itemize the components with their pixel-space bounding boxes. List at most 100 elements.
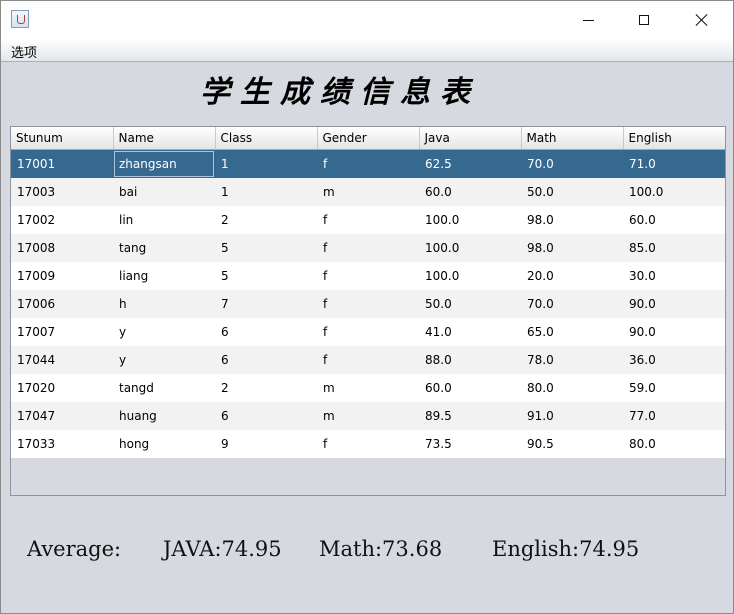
cell-english[interactable]: 100.0 [623, 177, 725, 206]
cell-math[interactable]: 20.0 [521, 261, 623, 290]
cell-gender[interactable]: f [317, 317, 419, 346]
cell-java[interactable]: 73.5 [419, 429, 521, 458]
column-header-name[interactable]: Name [113, 127, 216, 150]
column-header-math[interactable]: Math [521, 127, 624, 150]
column-header-class[interactable]: Class [215, 127, 318, 150]
cell-english[interactable]: 59.0 [623, 373, 725, 402]
column-header-gender[interactable]: Gender [317, 127, 420, 150]
cell-class[interactable]: 1 [215, 149, 317, 178]
cell-stunum[interactable]: 17001 [11, 149, 113, 178]
table-row[interactable]: 17047 huang 6 m 89.5 91.0 77.0 [11, 401, 725, 430]
table-row[interactable]: 17009 liang 5 f 100.0 20.0 30.0 [11, 261, 725, 290]
cell-english[interactable]: 90.0 [623, 317, 725, 346]
cell-stunum[interactable]: 17033 [11, 429, 113, 458]
cell-stunum[interactable]: 17020 [11, 373, 113, 402]
cell-name[interactable]: bai [113, 177, 215, 206]
table-row[interactable]: 17033 hong 9 f 73.5 90.5 80.0 [11, 429, 725, 458]
cell-name[interactable]: huang [113, 401, 215, 430]
close-button[interactable] [679, 1, 725, 39]
cell-stunum[interactable]: 17002 [11, 205, 113, 234]
cell-english[interactable]: 60.0 [623, 205, 725, 234]
cell-math[interactable]: 78.0 [521, 345, 623, 374]
cell-class[interactable]: 9 [215, 429, 317, 458]
table-row[interactable]: 17007 y 6 f 41.0 65.0 90.0 [11, 317, 725, 346]
cell-english[interactable]: 77.0 [623, 401, 725, 430]
cell-java[interactable]: 50.0 [419, 289, 521, 318]
cell-stunum[interactable]: 17007 [11, 317, 113, 346]
cell-math[interactable]: 70.0 [521, 149, 623, 178]
cell-gender[interactable]: f [317, 289, 419, 318]
score-table-pane[interactable]: Stunum Name Class Gender Java Math Engli… [10, 126, 726, 496]
cell-math[interactable]: 98.0 [521, 205, 623, 234]
table-row[interactable]: 17003 bai 1 m 60.0 50.0 100.0 [11, 177, 725, 206]
cell-class[interactable]: 7 [215, 289, 317, 318]
cell-gender[interactable]: f [317, 205, 419, 234]
cell-gender[interactable]: f [317, 429, 419, 458]
cell-math[interactable]: 90.5 [521, 429, 623, 458]
cell-class[interactable]: 2 [215, 373, 317, 402]
table-row[interactable]: 17006 h 7 f 50.0 70.0 90.0 [11, 289, 725, 318]
cell-math[interactable]: 80.0 [521, 373, 623, 402]
cell-stunum[interactable]: 17003 [11, 177, 113, 206]
cell-name[interactable]: liang [113, 261, 215, 290]
cell-class[interactable]: 5 [215, 233, 317, 262]
cell-class[interactable]: 6 [215, 401, 317, 430]
cell-name[interactable]: h [113, 289, 215, 318]
score-table[interactable]: Stunum Name Class Gender Java Math Engli… [11, 127, 725, 458]
cell-english[interactable]: 36.0 [623, 345, 725, 374]
cell-name[interactable]: hong [113, 429, 215, 458]
cell-java[interactable]: 88.0 [419, 345, 521, 374]
cell-stunum[interactable]: 17044 [11, 345, 113, 374]
cell-english[interactable]: 90.0 [623, 289, 725, 318]
table-row[interactable]: 17001 zhangsan 1 f 62.5 70.0 71.0 [11, 149, 725, 178]
cell-class[interactable]: 5 [215, 261, 317, 290]
cell-gender[interactable]: f [317, 261, 419, 290]
cell-class[interactable]: 6 [215, 345, 317, 374]
cell-name[interactable]: y [113, 317, 215, 346]
cell-gender[interactable]: m [317, 177, 419, 206]
cell-gender[interactable]: m [317, 401, 419, 430]
cell-java[interactable]: 100.0 [419, 261, 521, 290]
cell-name[interactable]: tangd [113, 373, 215, 402]
cell-class[interactable]: 2 [215, 205, 317, 234]
column-header-stunum[interactable]: Stunum [11, 127, 114, 150]
cell-math[interactable]: 65.0 [521, 317, 623, 346]
cell-english[interactable]: 80.0 [623, 429, 725, 458]
cell-math[interactable]: 50.0 [521, 177, 623, 206]
column-header-english[interactable]: English [623, 127, 725, 150]
table-row[interactable]: 17044 y 6 f 88.0 78.0 36.0 [11, 345, 725, 374]
cell-java[interactable]: 62.5 [419, 149, 521, 178]
menu-options[interactable]: 选项 [11, 42, 37, 61]
cell-name[interactable]: tang [113, 233, 215, 262]
cell-class[interactable]: 1 [215, 177, 317, 206]
cell-class[interactable]: 6 [215, 317, 317, 346]
cell-gender[interactable]: m [317, 373, 419, 402]
maximize-button[interactable] [621, 1, 667, 39]
table-row[interactable]: 17020 tangd 2 m 60.0 80.0 59.0 [11, 373, 725, 402]
cell-java[interactable]: 100.0 [419, 205, 521, 234]
cell-math[interactable]: 91.0 [521, 401, 623, 430]
cell-gender[interactable]: f [317, 149, 419, 178]
cell-english[interactable]: 85.0 [623, 233, 725, 262]
table-row[interactable]: 17002 lin 2 f 100.0 98.0 60.0 [11, 205, 725, 234]
cell-java[interactable]: 60.0 [419, 177, 521, 206]
cell-stunum[interactable]: 17009 [11, 261, 113, 290]
minimize-button[interactable] [565, 1, 611, 39]
cell-stunum[interactable]: 17008 [11, 233, 113, 262]
cell-stunum[interactable]: 17006 [11, 289, 113, 318]
cell-english[interactable]: 30.0 [623, 261, 725, 290]
cell-java[interactable]: 89.5 [419, 401, 521, 430]
cell-name[interactable]: y [113, 345, 215, 374]
table-row[interactable]: 17008 tang 5 f 100.0 98.0 85.0 [11, 233, 725, 262]
cell-gender[interactable]: f [317, 345, 419, 374]
cell-math[interactable]: 70.0 [521, 289, 623, 318]
cell-math[interactable]: 98.0 [521, 233, 623, 262]
cell-java[interactable]: 60.0 [419, 373, 521, 402]
cell-name[interactable]: lin [113, 205, 215, 234]
cell-english[interactable]: 71.0 [623, 149, 725, 178]
cell-java[interactable]: 41.0 [419, 317, 521, 346]
cell-stunum[interactable]: 17047 [11, 401, 113, 430]
cell-java[interactable]: 100.0 [419, 233, 521, 262]
cell-gender[interactable]: f [317, 233, 419, 262]
column-header-java[interactable]: Java [419, 127, 522, 150]
